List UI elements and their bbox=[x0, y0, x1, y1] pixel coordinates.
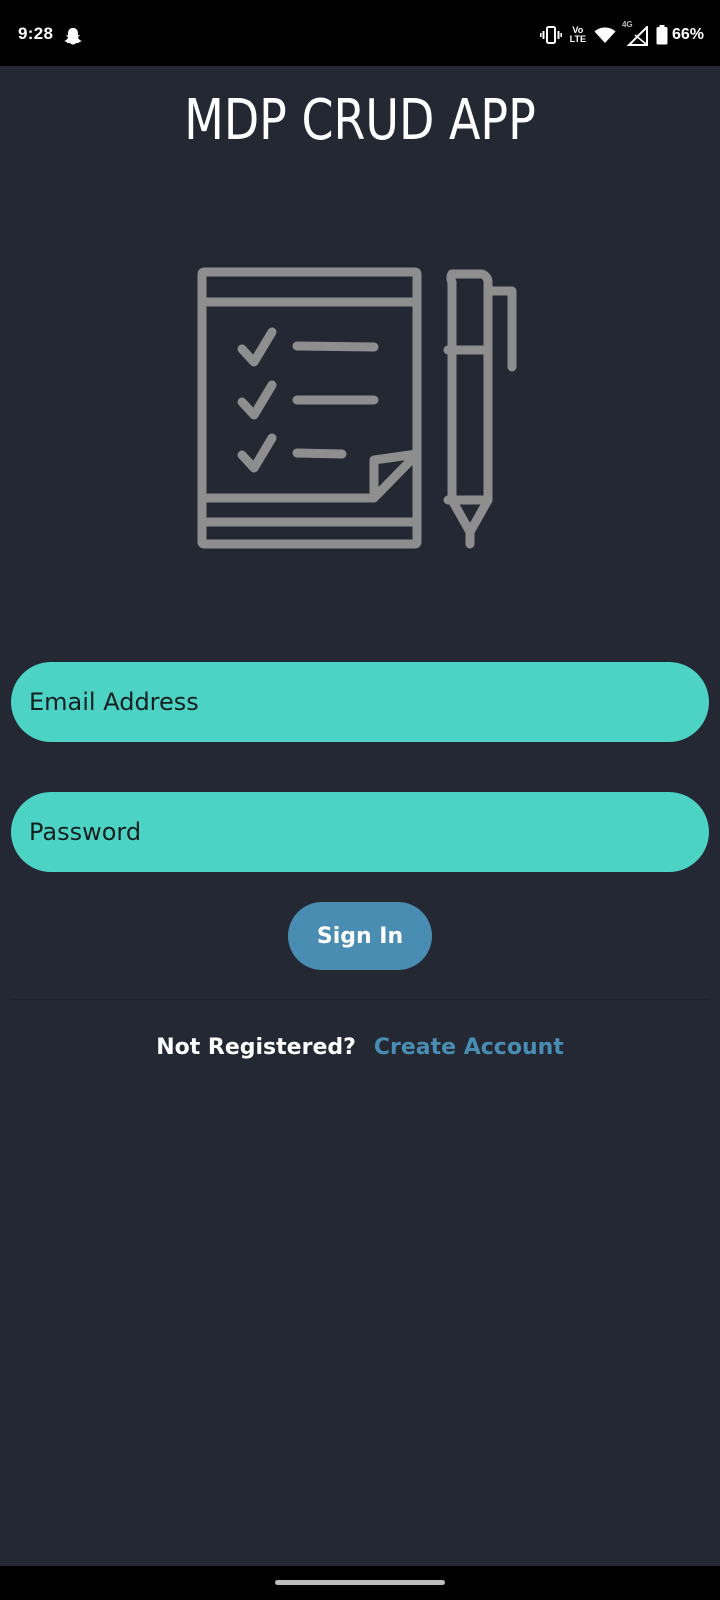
battery-icon bbox=[656, 25, 668, 45]
home-gesture-handle[interactable] bbox=[275, 1580, 445, 1585]
sign-in-button[interactable]: Sign In bbox=[288, 902, 432, 970]
wifi-icon bbox=[594, 27, 616, 43]
vibrate-icon bbox=[539, 26, 562, 44]
login-screen: 9:28 Vo LTE 4G 66% MDP CRUD APP Email Ad… bbox=[0, 0, 720, 1600]
divider bbox=[10, 999, 710, 1000]
status-time: 9:28 bbox=[18, 24, 54, 43]
battery-percent: 66% bbox=[671, 26, 704, 43]
password-field[interactable] bbox=[11, 792, 709, 872]
status-bar: 9:28 Vo LTE 4G 66% bbox=[0, 0, 720, 66]
volte-indicator: Vo LTE bbox=[570, 26, 586, 44]
volte-bottom-label: LTE bbox=[569, 34, 586, 44]
create-account-link[interactable]: Create Account bbox=[374, 1035, 564, 1060]
not-registered-label: Not Registered? bbox=[156, 1035, 356, 1060]
signal-icon bbox=[626, 26, 648, 46]
register-row: Not Registered? Create Account bbox=[0, 1035, 720, 1060]
checklist-illustration bbox=[197, 267, 517, 549]
status-icons: Vo LTE 4G 66% bbox=[539, 20, 704, 46]
snapchat-icon bbox=[64, 27, 82, 45]
email-field[interactable] bbox=[11, 662, 709, 742]
navigation-bar bbox=[0, 1566, 720, 1600]
signal-indicator: 4G bbox=[622, 20, 648, 46]
app-title: MDP CRUD APP bbox=[184, 88, 536, 153]
